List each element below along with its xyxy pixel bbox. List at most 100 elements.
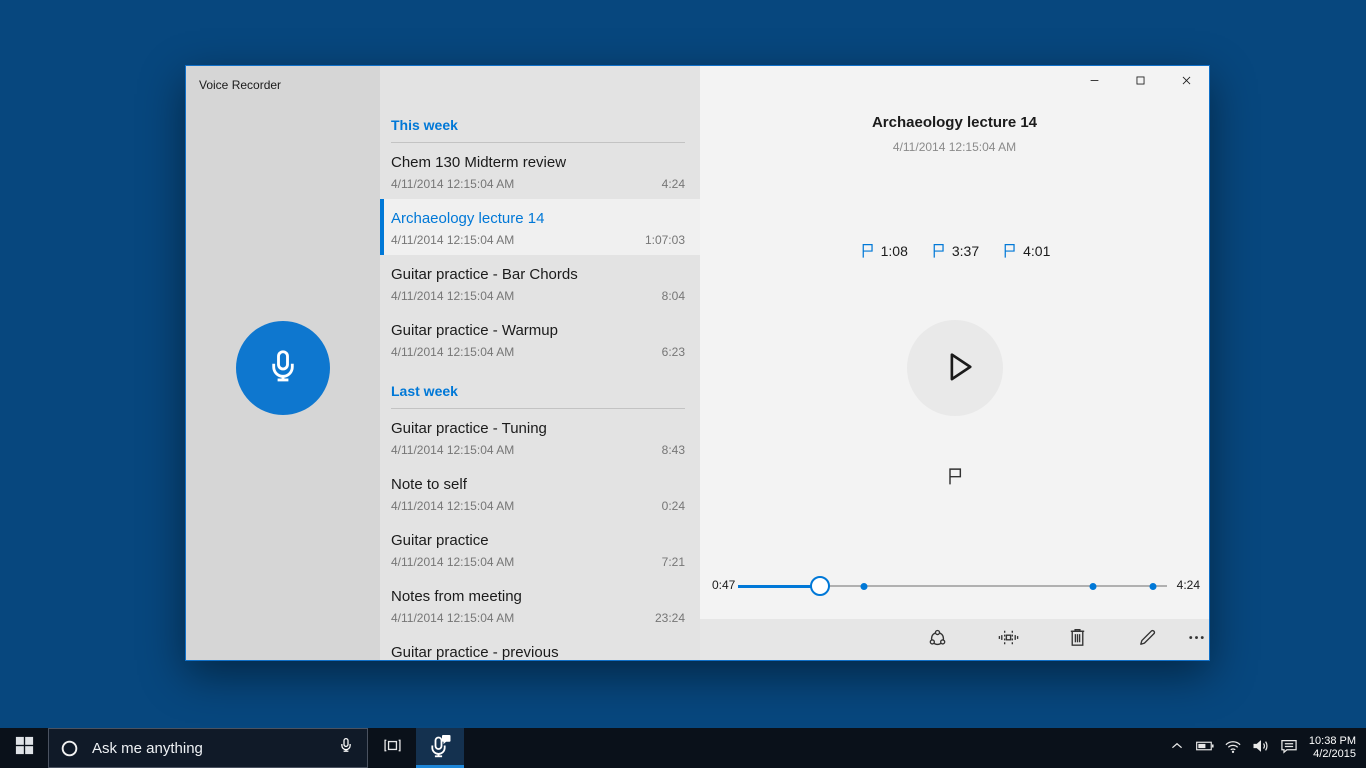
windows-logo-icon bbox=[14, 735, 35, 761]
maximize-button[interactable] bbox=[1117, 66, 1163, 100]
minimize-button[interactable] bbox=[1071, 66, 1117, 100]
item-duration: 4:24 bbox=[661, 177, 685, 191]
list-item[interactable]: Guitar practice - Tuning 4/11/2014 12:15… bbox=[380, 409, 700, 465]
item-title: Chem 130 Midterm review bbox=[391, 154, 567, 171]
flag-icon bbox=[933, 244, 944, 258]
play-icon bbox=[931, 345, 979, 392]
maximize-icon bbox=[1132, 72, 1149, 94]
flag-marker[interactable]: 4:01 bbox=[1001, 242, 1050, 259]
timeline-flag-dot[interactable] bbox=[860, 582, 868, 590]
add-flag-button[interactable] bbox=[935, 458, 975, 498]
more-icon bbox=[1185, 626, 1208, 654]
action-center-button[interactable] bbox=[1275, 728, 1303, 768]
item-title: Notes from meeting bbox=[391, 588, 522, 605]
flag-time: 1:08 bbox=[880, 242, 908, 259]
item-datetime: 4/11/2014 12:15:04 AM bbox=[391, 233, 515, 247]
list-item[interactable]: Guitar practice - previous bbox=[380, 633, 700, 660]
caption-buttons bbox=[1071, 66, 1209, 100]
total-time-label: 4:24 bbox=[1176, 578, 1200, 592]
item-datetime: 4/11/2014 12:15:04 AM bbox=[391, 443, 515, 457]
playback-slider: 0:47 4:24 bbox=[700, 570, 1209, 602]
sidebar: Voice Recorder bbox=[186, 66, 380, 660]
item-title: Archaeology lecture 14 bbox=[391, 210, 545, 227]
item-datetime: 4/11/2014 12:15:04 AM bbox=[391, 499, 515, 513]
clock-date: 4/2/2015 bbox=[1313, 748, 1356, 760]
item-duration: 1:07:03 bbox=[644, 233, 685, 247]
list-item[interactable]: Chem 130 Midterm review 4/11/2014 12:15:… bbox=[380, 143, 700, 199]
close-button[interactable] bbox=[1163, 66, 1209, 100]
flag-markers-row: 1:08 3:37 4:01 bbox=[700, 242, 1209, 259]
recording-datetime: 4/11/2014 12:15:04 AM bbox=[892, 140, 1017, 154]
show-hidden-icons-button[interactable] bbox=[1163, 728, 1191, 768]
recordings-list: This week Chem 130 Midterm review 4/11/2… bbox=[380, 66, 700, 660]
flag-marker[interactable]: 3:37 bbox=[930, 242, 979, 259]
list-item[interactable]: Archaeology lecture 14 4/11/2014 12:15:0… bbox=[380, 199, 700, 255]
item-title: Guitar practice bbox=[391, 532, 489, 549]
record-button[interactable] bbox=[236, 321, 330, 415]
battery-tray-button[interactable] bbox=[1191, 728, 1219, 768]
list-item[interactable]: Guitar practice - Bar Chords 4/11/2014 1… bbox=[380, 255, 700, 311]
item-title: Guitar practice - Warmup bbox=[391, 322, 558, 339]
item-datetime: 4/11/2014 12:15:04 AM bbox=[391, 177, 515, 191]
list-item[interactable]: Guitar practice - Warmup 4/11/2014 12:15… bbox=[380, 311, 700, 367]
item-duration: 8:43 bbox=[661, 443, 685, 457]
item-duration: 0:24 bbox=[661, 499, 685, 513]
desktop: { "window": { "title": "Voice Recorder",… bbox=[0, 0, 1366, 768]
task-view-icon bbox=[382, 735, 403, 761]
section-label: This week bbox=[391, 116, 685, 143]
trim-button[interactable] bbox=[986, 619, 1030, 660]
minimize-icon bbox=[1086, 72, 1103, 94]
timeline-flag-dot[interactable] bbox=[1149, 582, 1157, 590]
network-tray-button[interactable] bbox=[1219, 728, 1247, 768]
section-label: Last week bbox=[391, 382, 685, 409]
delete-button[interactable] bbox=[1055, 619, 1099, 660]
current-time-label: 0:47 bbox=[712, 578, 736, 592]
cortana-icon bbox=[60, 739, 79, 758]
list-item[interactable]: Note to self 4/11/2014 12:15:04 AM 0:24 bbox=[380, 465, 700, 521]
taskbar-clock[interactable]: 10:38 PM 4/2/2015 bbox=[1309, 735, 1356, 761]
flag-marker[interactable]: 1:08 bbox=[859, 242, 908, 259]
volume-tray-button[interactable] bbox=[1247, 728, 1275, 768]
task-view-button[interactable] bbox=[368, 728, 416, 768]
chevron-up-icon bbox=[1167, 736, 1187, 761]
item-title: Guitar practice - Bar Chords bbox=[391, 266, 578, 283]
recording-title: Archaeology lecture 14 bbox=[871, 114, 1038, 131]
more-button[interactable] bbox=[1174, 619, 1218, 660]
wifi-icon bbox=[1223, 736, 1243, 761]
taskbar: Ask me anything 10:38 PM 4/2/2015 bbox=[0, 728, 1366, 768]
action-center-icon bbox=[1279, 736, 1299, 761]
taskbar-voice-recorder-button[interactable] bbox=[416, 728, 464, 768]
taskbar-spacer bbox=[464, 728, 1163, 768]
microphone-icon bbox=[265, 348, 301, 389]
voice-recorder-window: Voice Recorder This week Chem 130 Midter… bbox=[185, 65, 1210, 661]
play-button[interactable] bbox=[907, 320, 1003, 416]
share-button[interactable] bbox=[915, 619, 959, 660]
flag-icon bbox=[945, 466, 965, 491]
slider-thumb[interactable] bbox=[809, 576, 830, 596]
trim-icon bbox=[997, 626, 1020, 654]
item-datetime: 4/11/2014 12:15:04 AM bbox=[391, 611, 515, 625]
flag-time: 3:37 bbox=[951, 242, 980, 259]
voice-recorder-app-icon bbox=[428, 734, 452, 763]
share-icon bbox=[926, 626, 949, 654]
item-datetime: 4/11/2014 12:15:04 AM bbox=[391, 345, 515, 359]
item-title: Guitar practice - previous bbox=[391, 644, 559, 660]
flag-time: 4:01 bbox=[1023, 242, 1051, 259]
search-mic-icon[interactable] bbox=[338, 737, 354, 759]
battery-icon bbox=[1195, 736, 1215, 761]
item-title: Guitar practice - Tuning bbox=[391, 420, 547, 437]
list-item[interactable]: Guitar practice 4/11/2014 12:15:04 AM 7:… bbox=[380, 521, 700, 577]
rename-button[interactable] bbox=[1125, 619, 1169, 660]
start-button[interactable] bbox=[0, 728, 48, 768]
item-duration: 23:24 bbox=[654, 611, 685, 625]
search-placeholder: Ask me anything bbox=[92, 739, 203, 757]
search-input[interactable]: Ask me anything bbox=[48, 728, 368, 768]
item-duration: 8:04 bbox=[661, 289, 685, 303]
command-bar bbox=[700, 619, 1209, 660]
list-item[interactable]: Notes from meeting 4/11/2014 12:15:04 AM… bbox=[380, 577, 700, 633]
timeline-flag-dot[interactable] bbox=[1089, 582, 1097, 590]
slider-fill bbox=[738, 584, 820, 588]
rename-icon bbox=[1136, 626, 1159, 654]
window-title: Voice Recorder bbox=[199, 78, 282, 92]
slider-track[interactable] bbox=[738, 576, 1167, 596]
